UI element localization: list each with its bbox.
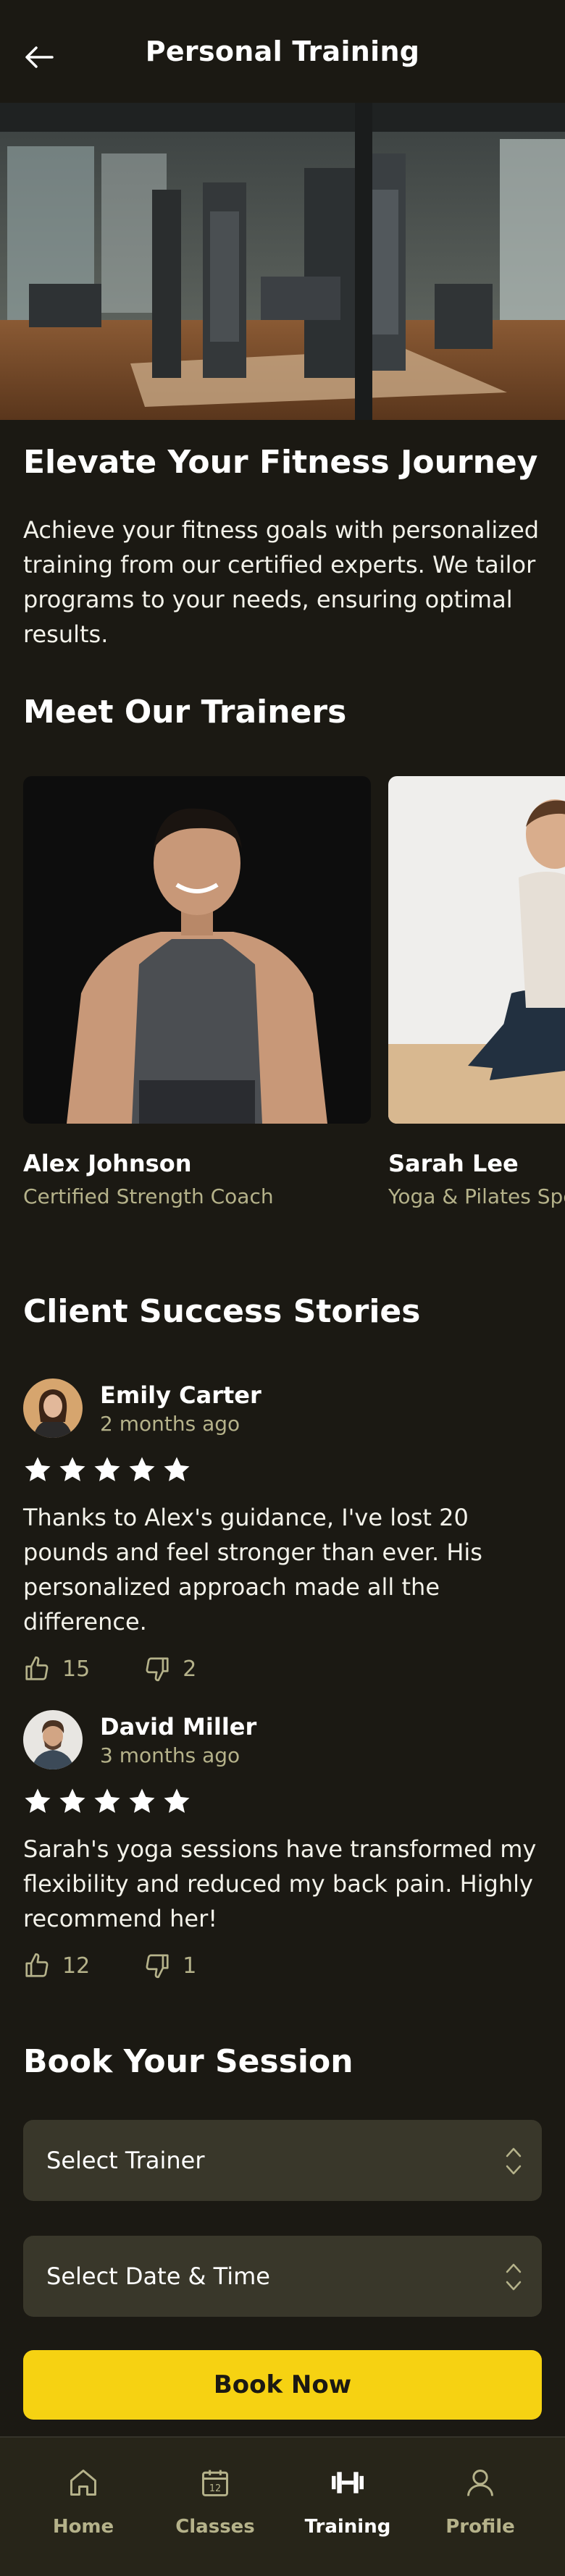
- trainer-role: Certified Strength Coach: [23, 1184, 274, 1208]
- like-count: 15: [62, 1656, 91, 1682]
- booking-heading: Book Your Session: [23, 2043, 353, 2080]
- trainer-card[interactable]: Sarah Lee Yoga & Pilates Specialist: [388, 776, 565, 1208]
- intro-text: Achieve your fitness goals with personal…: [23, 516, 540, 648]
- trainer-select[interactable]: Select Trainer: [23, 2120, 542, 2201]
- datetime-select-value: Select Date & Time: [46, 2263, 270, 2290]
- trainer-name: Alex Johnson: [23, 1150, 192, 1177]
- review-text: Thanks to Alex's guidance, I've lost 20 …: [23, 1504, 482, 1636]
- reviewer-name: Emily Carter: [100, 1381, 261, 1409]
- thumbs-down-icon: [146, 1954, 169, 1979]
- reviews-heading: Client Success Stories: [23, 1293, 421, 1330]
- nav-item-training[interactable]: Training: [293, 2464, 402, 2538]
- thumbs-up-icon: [25, 1656, 49, 1680]
- datetime-select[interactable]: Select Date & Time: [23, 2236, 542, 2317]
- thumbs-up-icon: [25, 1953, 49, 1977]
- top-app-bar: Personal Training: [0, 0, 565, 103]
- arrow-left-icon: [25, 46, 54, 68]
- star-icon: [25, 1457, 51, 1481]
- review-card: Emily Carter 2 months ago Thanks to Alex…: [23, 1379, 542, 1683]
- nav-label: Profile: [445, 2516, 515, 2538]
- star-rating: [23, 1785, 542, 1817]
- bottom-navigation: Home 12 Classes Training Profile: [0, 2436, 565, 2576]
- star-icon: [94, 1457, 120, 1481]
- star-rating: [23, 1454, 542, 1486]
- home-icon: [70, 2470, 96, 2496]
- review-text: Sarah's yoga sessions have transformed m…: [23, 1835, 537, 1932]
- review-time: 2 months ago: [100, 1411, 240, 1436]
- star-icon: [129, 1788, 155, 1813]
- svg-text:12: 12: [209, 2483, 221, 2494]
- trainer-card[interactable]: Alex Johnson Certified Strength Coach: [23, 776, 371, 1208]
- calendar-icon: 12: [202, 2470, 228, 2496]
- page-title: Personal Training: [145, 35, 420, 67]
- nav-label: Classes: [175, 2516, 255, 2538]
- back-button[interactable]: [23, 41, 55, 73]
- nav-item-classes[interactable]: 12 Classes: [161, 2464, 269, 2538]
- nav-item-home[interactable]: Home: [29, 2464, 138, 2538]
- avatar: [23, 1710, 83, 1769]
- trainer-select-value: Select Trainer: [46, 2147, 205, 2174]
- thumbs-down-icon: [146, 1657, 169, 1682]
- nav-label: Training: [304, 2516, 391, 2538]
- trainer-carousel[interactable]: Alex Johnson Certified Strength Coach Sa…: [23, 776, 565, 1211]
- dislike-count: 2: [183, 1656, 197, 1682]
- trainer-name: Sarah Lee: [388, 1150, 519, 1177]
- hero-gym-image: [0, 103, 565, 420]
- star-icon: [94, 1788, 120, 1813]
- star-icon: [59, 1457, 85, 1481]
- user-icon: [467, 2470, 493, 2496]
- star-icon: [59, 1788, 85, 1813]
- like-button[interactable]: 15: [23, 1655, 90, 1683]
- chevron-up-down-icon: [506, 2147, 522, 2175]
- avatar: [23, 1379, 83, 1438]
- star-icon: [129, 1457, 155, 1481]
- trainers-heading: Meet Our Trainers: [23, 694, 347, 731]
- dislike-button[interactable]: 2: [143, 1655, 196, 1683]
- dislike-button[interactable]: 1: [143, 1952, 196, 1979]
- like-button[interactable]: 12: [23, 1952, 90, 1979]
- book-now-button[interactable]: Book Now: [23, 2350, 542, 2420]
- trainer-role: Yoga & Pilates Specialist: [388, 1184, 565, 1208]
- star-icon: [164, 1457, 190, 1481]
- nav-label: Home: [52, 2516, 114, 2538]
- like-count: 12: [62, 1953, 91, 1979]
- star-icon: [25, 1788, 51, 1813]
- dislike-count: 1: [183, 1953, 197, 1979]
- dumbbell-icon: [332, 2472, 364, 2493]
- chevron-up-down-icon: [506, 2263, 522, 2291]
- reviewer-name: David Miller: [100, 1712, 257, 1741]
- review-time: 3 months ago: [100, 1743, 240, 1767]
- trainer-photo: [388, 776, 565, 1124]
- review-card: David Miller 3 months ago Sarah's yoga s…: [23, 1710, 542, 1979]
- trainer-photo: [23, 776, 371, 1124]
- intro-heading: Elevate Your Fitness Journey: [23, 444, 538, 481]
- star-icon: [164, 1788, 190, 1813]
- nav-item-profile[interactable]: Profile: [426, 2464, 535, 2538]
